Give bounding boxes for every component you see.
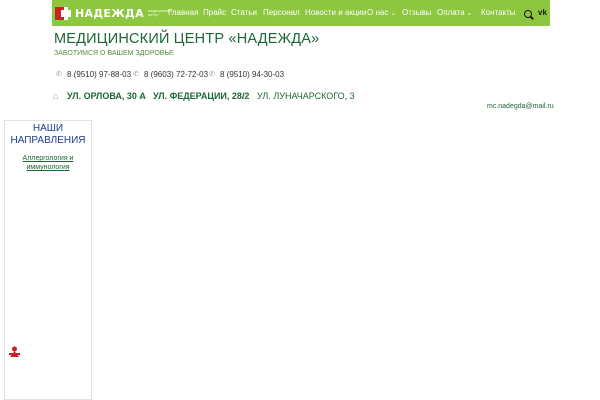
phone-icon: ✆ <box>56 71 62 78</box>
home-icon: ⌂ <box>243 91 249 101</box>
sidebar-heading: НАШИ НАПРАВЛЕНИЯ <box>5 123 91 147</box>
address-1: УЛ. ОРЛОВА, 30 А <box>67 91 146 101</box>
phone-icon: ✆ <box>209 71 215 78</box>
phone-number-2[interactable]: 8 (9603) 72-72-03 <box>144 70 208 79</box>
home-icon: ⌂ <box>53 91 59 101</box>
nav-item-payment-label: Оплата <box>437 8 465 17</box>
logo[interactable]: НАДЕЖДА медицинский центр <box>55 5 176 21</box>
site-title: МЕДИЦИНСКИЙ ЦЕНТР «НАДЕЖДА» <box>54 31 320 47</box>
address-2: УЛ. ФЕДЕРАЦИИ, 28/2 <box>153 91 250 101</box>
nav-item-contacts[interactable]: Контакты <box>481 8 516 17</box>
logo-text: НАДЕЖДА <box>75 6 144 20</box>
nav-item-home[interactable]: Главная <box>168 8 198 17</box>
nav-item-reviews[interactable]: Отзывы <box>402 8 431 17</box>
nav-item-about[interactable]: О нас ⌄ <box>367 8 396 17</box>
sidebar-heading-line1: НАШИ <box>32 123 64 134</box>
address-3: УЛ. ЛУНАЧАРСКОГО, 3 <box>257 91 355 101</box>
phone-icon: ✆ <box>133 71 139 78</box>
sidebar-item-label-line2: иммунология <box>26 164 70 171</box>
sidebar-heading-line2: НАПРАВЛЕНИЯ <box>10 135 86 146</box>
phone-number-3[interactable]: 8 (9510) 94-30-03 <box>220 70 284 79</box>
chevron-down-icon: ⌄ <box>466 10 473 17</box>
phone-number-1[interactable]: 8 (9510) 97-88-03 <box>67 70 131 79</box>
nav-item-price[interactable]: Прайс <box>203 8 226 17</box>
site-tagline: ЗАБОТИМСЯ О ВАШЕМ ЗДОРОВЬЕ <box>54 50 174 57</box>
nav-item-articles[interactable]: Статьи <box>231 8 257 17</box>
chevron-down-icon: ⌄ <box>390 10 397 17</box>
floating-widget-icon[interactable] <box>8 346 21 358</box>
nav-item-payment[interactable]: Оплата ⌄ <box>437 8 472 17</box>
nav-item-staff[interactable]: Персонал <box>263 8 300 17</box>
search-icon[interactable] <box>524 10 532 18</box>
home-icon: ⌂ <box>139 91 145 101</box>
nav-item-about-label: О нас <box>367 8 389 17</box>
nav-item-news[interactable]: Новости и акции <box>305 8 366 17</box>
sidebar-item-label-line1: Аллергология и <box>22 155 74 162</box>
top-nav-bar: НАДЕЖДА медицинский центр Главная Прайс … <box>52 0 550 26</box>
vk-icon[interactable]: vk <box>538 8 547 17</box>
sidebar-item-allergology[interactable]: Аллергология и иммунология <box>5 154 91 172</box>
directions-sidebar: НАШИ НАПРАВЛЕНИЯ Аллергология и иммуноло… <box>4 120 92 400</box>
logo-mark-icon <box>55 6 71 20</box>
email-link[interactable]: mc.nadegda@mail.ru <box>487 103 554 110</box>
